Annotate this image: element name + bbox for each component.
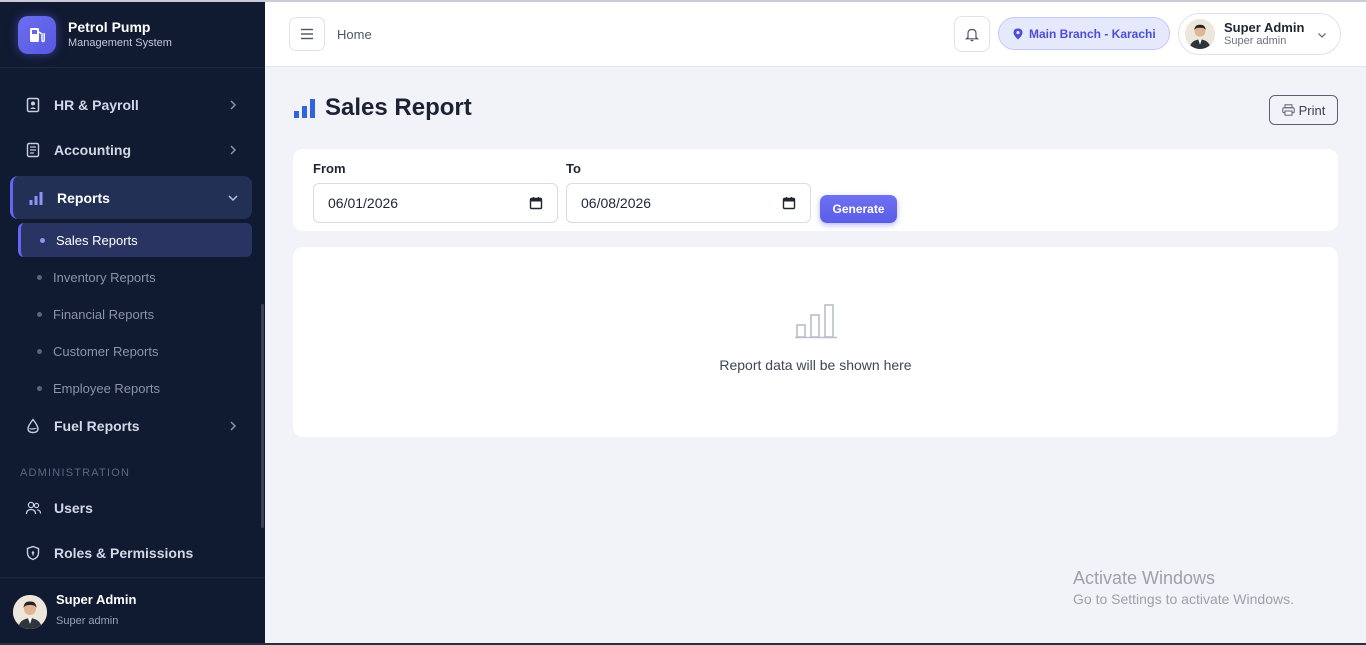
sidebar-user-name: Super Admin — [56, 591, 137, 607]
chevron-down-icon — [228, 195, 238, 202]
user-role: Super admin — [1224, 35, 1287, 47]
user-menu[interactable]: Super Admin Super admin — [1178, 13, 1341, 55]
sidebar-subitem-financial-reports[interactable]: Financial Reports — [18, 297, 252, 331]
sidebar-item-label: Users — [54, 500, 93, 516]
chevron-right-icon — [230, 421, 237, 431]
sidebar-item-roles-permissions[interactable]: Roles & Permissions — [10, 533, 252, 573]
sidebar-user-card[interactable]: Super Admin Super admin — [0, 577, 265, 645]
sidebar-item-label: Accounting — [54, 142, 131, 158]
from-label: From — [313, 161, 346, 176]
topbar: Home Main Branch - Karachi Super Admin S… — [265, 0, 1366, 67]
sidebar-item-label: Fuel Reports — [54, 418, 140, 434]
sidebar-item-reports[interactable]: Reports — [10, 176, 252, 219]
sidebar-item-fuel-reports[interactable]: Fuel Reports — [10, 406, 252, 446]
chevron-right-icon — [230, 145, 237, 155]
to-date-value: 06/08/2026 — [581, 195, 652, 211]
sidebar-subitem-label: Inventory Reports — [53, 269, 156, 285]
page-title-text: Sales Report — [325, 94, 472, 121]
sidebar-subitem-inventory-reports[interactable]: Inventory Reports — [18, 260, 252, 294]
brand-subtitle: Management System — [68, 36, 172, 49]
bell-icon — [965, 28, 979, 41]
section-label-administration: ADMINISTRATION — [20, 467, 131, 479]
chevron-right-icon — [230, 100, 237, 110]
notifications-button[interactable] — [954, 16, 990, 52]
chevron-down-icon — [1318, 33, 1326, 38]
printer-icon — [1281, 104, 1295, 116]
bullet-dot — [40, 237, 45, 243]
fuel-drop-icon — [24, 417, 42, 435]
report-output-card: Report data will be shown here — [293, 247, 1338, 437]
sidebar-subitem-label: Financial Reports — [53, 306, 155, 322]
sidebar-item-label: Reports — [57, 189, 110, 206]
breadcrumb[interactable]: Home — [337, 27, 372, 42]
sidebar-item-hr-payroll[interactable]: HR & Payroll — [10, 85, 252, 125]
empty-state-text: Report data will be shown here — [719, 357, 912, 373]
bullet-dot — [37, 274, 42, 280]
branch-label: Main Branch - Karachi — [1029, 26, 1156, 41]
hamburger-icon — [301, 28, 313, 40]
generate-button[interactable]: Generate — [820, 195, 897, 223]
fuel-pump-icon — [18, 15, 56, 54]
shield-icon — [24, 544, 42, 562]
bullet-dot — [37, 311, 42, 317]
sidebar-scrollbar[interactable] — [261, 304, 264, 528]
page-title: Sales Report — [293, 94, 472, 122]
from-date-input[interactable]: 06/01/2026 — [313, 183, 558, 223]
filter-card: From 06/01/2026 To 06/08/2026 Generate — [293, 149, 1338, 231]
sidebar-subitem-label: Customer Reports — [53, 343, 159, 359]
avatar — [13, 594, 47, 629]
users-icon — [24, 499, 42, 517]
sidebar-user-role: Super admin — [56, 614, 119, 627]
to-label: To — [566, 161, 581, 176]
sidebar-item-accounting[interactable]: Accounting — [10, 130, 252, 170]
windows-activation-watermark: Activate Windows Go to Settings to activ… — [1073, 567, 1294, 609]
id-badge-icon — [24, 96, 42, 114]
calendar-icon[interactable] — [529, 196, 543, 210]
bullet-dot — [37, 348, 42, 354]
sidebar: Petrol Pump Management System HR & Payro… — [0, 0, 265, 645]
print-label: Print — [1298, 102, 1326, 118]
sidebar-subitem-label: Sales Reports — [56, 232, 138, 248]
empty-chart-icon — [795, 303, 837, 339]
bar-chart-icon — [293, 97, 317, 119]
brand: Petrol Pump Management System — [0, 2, 265, 68]
avatar — [1185, 19, 1215, 49]
map-pin-icon — [1013, 28, 1023, 40]
menu-toggle-button[interactable] — [289, 17, 325, 51]
bar-chart-icon — [27, 189, 45, 207]
brand-title: Petrol Pump — [68, 18, 151, 35]
sidebar-subitem-employee-reports[interactable]: Employee Reports — [18, 371, 252, 405]
ledger-icon — [24, 141, 42, 159]
watermark-line1: Activate Windows — [1073, 568, 1216, 588]
print-button[interactable]: Print — [1269, 95, 1338, 125]
branch-selector[interactable]: Main Branch - Karachi — [998, 17, 1170, 50]
watermark-line2: Go to Settings to activate Windows. — [1073, 591, 1294, 607]
sidebar-subitem-sales-reports[interactable]: Sales Reports — [18, 223, 252, 257]
calendar-icon[interactable] — [782, 196, 796, 210]
bullet-dot — [37, 385, 42, 391]
sidebar-subitem-customer-reports[interactable]: Customer Reports — [18, 334, 252, 368]
sidebar-item-label: Roles & Permissions — [54, 545, 194, 561]
user-name: Super Admin — [1224, 20, 1305, 35]
to-date-input[interactable]: 06/08/2026 — [566, 183, 811, 223]
sidebar-subitem-label: Employee Reports — [53, 380, 160, 396]
sidebar-item-users[interactable]: Users — [10, 488, 252, 528]
from-date-value: 06/01/2026 — [328, 195, 399, 211]
sidebar-item-label: HR & Payroll — [54, 97, 139, 113]
